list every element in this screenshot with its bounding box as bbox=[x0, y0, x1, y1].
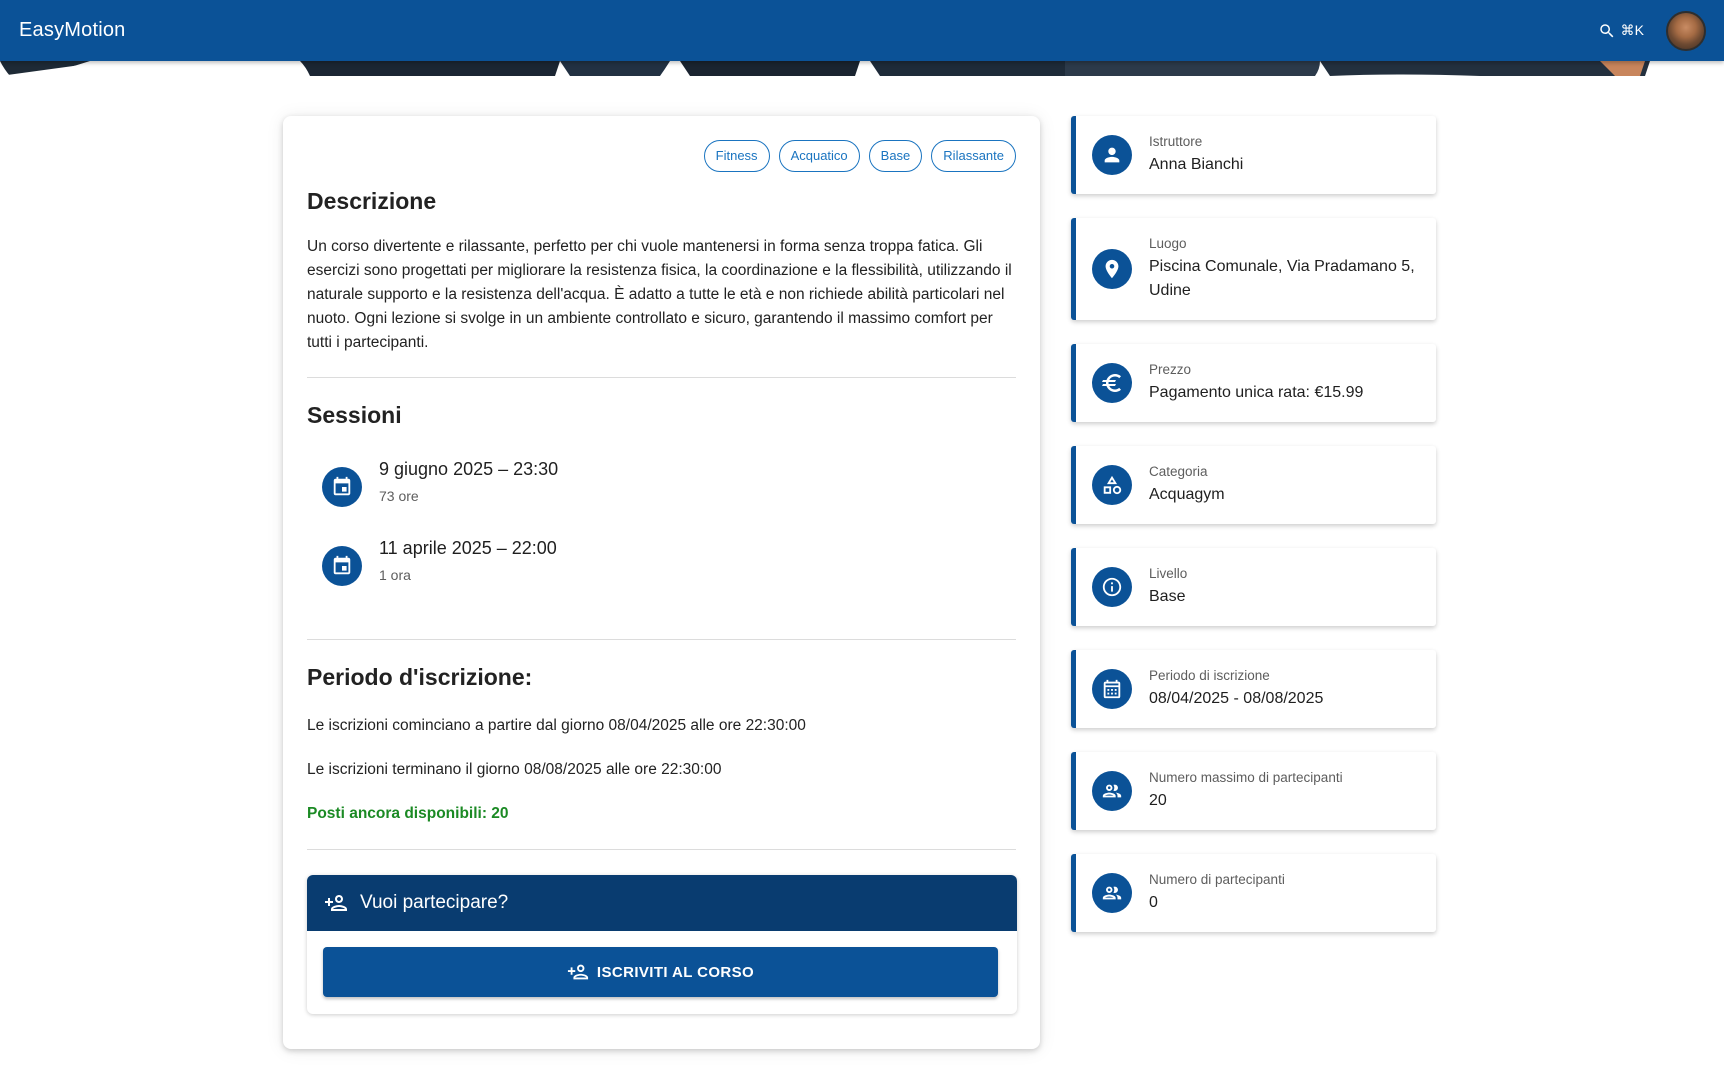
session-date: 9 giugno 2025 – 23:30 bbox=[379, 459, 559, 479]
location-pin-icon bbox=[1092, 249, 1132, 289]
group-icon bbox=[1092, 873, 1132, 913]
category-icon bbox=[1092, 465, 1132, 505]
search-icon bbox=[1599, 23, 1614, 37]
divider bbox=[307, 639, 1016, 640]
euro-icon bbox=[1092, 363, 1132, 403]
tag-chip[interactable]: Base bbox=[868, 140, 923, 172]
tag-chip[interactable]: Rilassante bbox=[931, 140, 1016, 172]
info-label: Numero di partecipanti bbox=[1149, 871, 1285, 887]
join-panel-header: Vuoi partecipare? bbox=[307, 875, 1017, 931]
info-value: 0 bbox=[1149, 893, 1158, 911]
tag-chip[interactable]: Fitness bbox=[703, 140, 770, 172]
app-bar-actions: ⌘K bbox=[1598, 10, 1706, 51]
session-item: 9 giugno 2025 – 23:30 73 ore bbox=[322, 459, 1016, 538]
info-card-price: Prezzo Pagamento unica rata: €15.99 bbox=[1071, 344, 1436, 422]
tag-chip[interactable]: Acquatico bbox=[778, 140, 860, 172]
divider bbox=[307, 377, 1016, 378]
info-card-enrollment-period: Periodo di iscrizione 08/04/2025 - 08/08… bbox=[1071, 650, 1436, 728]
info-value: Piscina Comunale, Via Pradamano 5, Udine bbox=[1149, 257, 1415, 299]
course-detail-card: Fitness Acquatico Base Rilassante Descri… bbox=[283, 116, 1040, 1049]
info-value: 20 bbox=[1149, 791, 1167, 809]
description-text: Un corso divertente e rilassante, perfet… bbox=[307, 238, 1012, 351]
info-card-participants: Numero di partecipanti 0 bbox=[1071, 854, 1436, 932]
enroll-button-label: ISCRIVITI AL CORSO bbox=[596, 963, 755, 981]
info-value: Anna Bianchi bbox=[1149, 155, 1244, 173]
enrollment-period-heading: Periodo d'iscrizione: bbox=[307, 664, 533, 690]
app-bar: EasyMotion ⌘K bbox=[0, 0, 1724, 61]
calendar-event-icon bbox=[322, 467, 362, 507]
info-label: Istruttore bbox=[1149, 133, 1203, 149]
session-duration: 1 ora bbox=[379, 567, 411, 583]
info-card-level: Livello Base bbox=[1071, 548, 1436, 626]
user-avatar[interactable] bbox=[1666, 10, 1706, 51]
info-card-instructor: Istruttore Anna Bianchi bbox=[1071, 116, 1436, 194]
info-value: Pagamento unica rata: €15.99 bbox=[1149, 383, 1364, 401]
divider bbox=[307, 849, 1016, 850]
description-heading: Descrizione bbox=[307, 188, 437, 214]
info-value: Base bbox=[1149, 587, 1186, 605]
session-list: 9 giugno 2025 – 23:30 73 ore 11 aprile 2… bbox=[307, 459, 1016, 617]
info-icon bbox=[1092, 567, 1132, 607]
info-value: 08/04/2025 - 08/08/2025 bbox=[1149, 689, 1324, 707]
person-add-icon bbox=[325, 895, 347, 911]
calendar-event-icon bbox=[322, 546, 362, 586]
info-label: Periodo di iscrizione bbox=[1149, 667, 1270, 683]
session-duration: 73 ore bbox=[379, 488, 419, 504]
hero-image bbox=[0, 61, 1724, 76]
join-panel-title: Vuoi partecipare? bbox=[360, 892, 509, 913]
info-value: Acquagym bbox=[1149, 485, 1225, 503]
info-label: Luogo bbox=[1149, 235, 1187, 251]
session-item: 11 aprile 2025 – 22:00 1 ora bbox=[322, 538, 1016, 617]
info-label: Prezzo bbox=[1149, 361, 1192, 377]
search-shortcut: ⌘K bbox=[1620, 22, 1644, 38]
search-button[interactable]: ⌘K bbox=[1598, 22, 1644, 40]
sessions-heading: Sessioni bbox=[307, 402, 402, 428]
info-card-max-participants: Numero massimo di partecipanti 20 bbox=[1071, 752, 1436, 830]
info-label: Categoria bbox=[1149, 463, 1208, 479]
info-label: Numero massimo di partecipanti bbox=[1149, 769, 1343, 785]
tag-list: Fitness Acquatico Base Rilassante bbox=[307, 140, 1016, 172]
brand-logo[interactable]: EasyMotion bbox=[19, 19, 126, 42]
info-card-category: Categoria Acquagym bbox=[1071, 446, 1436, 524]
available-seats-text: Posti ancora disponibili: 20 bbox=[307, 805, 509, 822]
calendar-month-icon bbox=[1092, 669, 1132, 709]
group-icon bbox=[1092, 771, 1132, 811]
person-add-icon bbox=[567, 964, 588, 980]
info-label: Livello bbox=[1149, 565, 1188, 581]
join-panel: Vuoi partecipare? ISCRIVITI AL CORSO bbox=[307, 875, 1017, 1014]
info-card-location: Luogo Piscina Comunale, Via Pradamano 5,… bbox=[1071, 218, 1436, 320]
enrollment-end-text: Le iscrizioni terminano il giorno 08/08/… bbox=[307, 761, 722, 778]
session-date: 11 aprile 2025 – 22:00 bbox=[379, 538, 557, 558]
enroll-button[interactable]: ISCRIVITI AL CORSO bbox=[323, 947, 998, 997]
course-info-column: Istruttore Anna Bianchi Luogo Piscina Co… bbox=[1071, 116, 1436, 956]
person-icon bbox=[1092, 135, 1132, 175]
enrollment-start-text: Le iscrizioni cominciano a partire dal g… bbox=[307, 717, 806, 734]
